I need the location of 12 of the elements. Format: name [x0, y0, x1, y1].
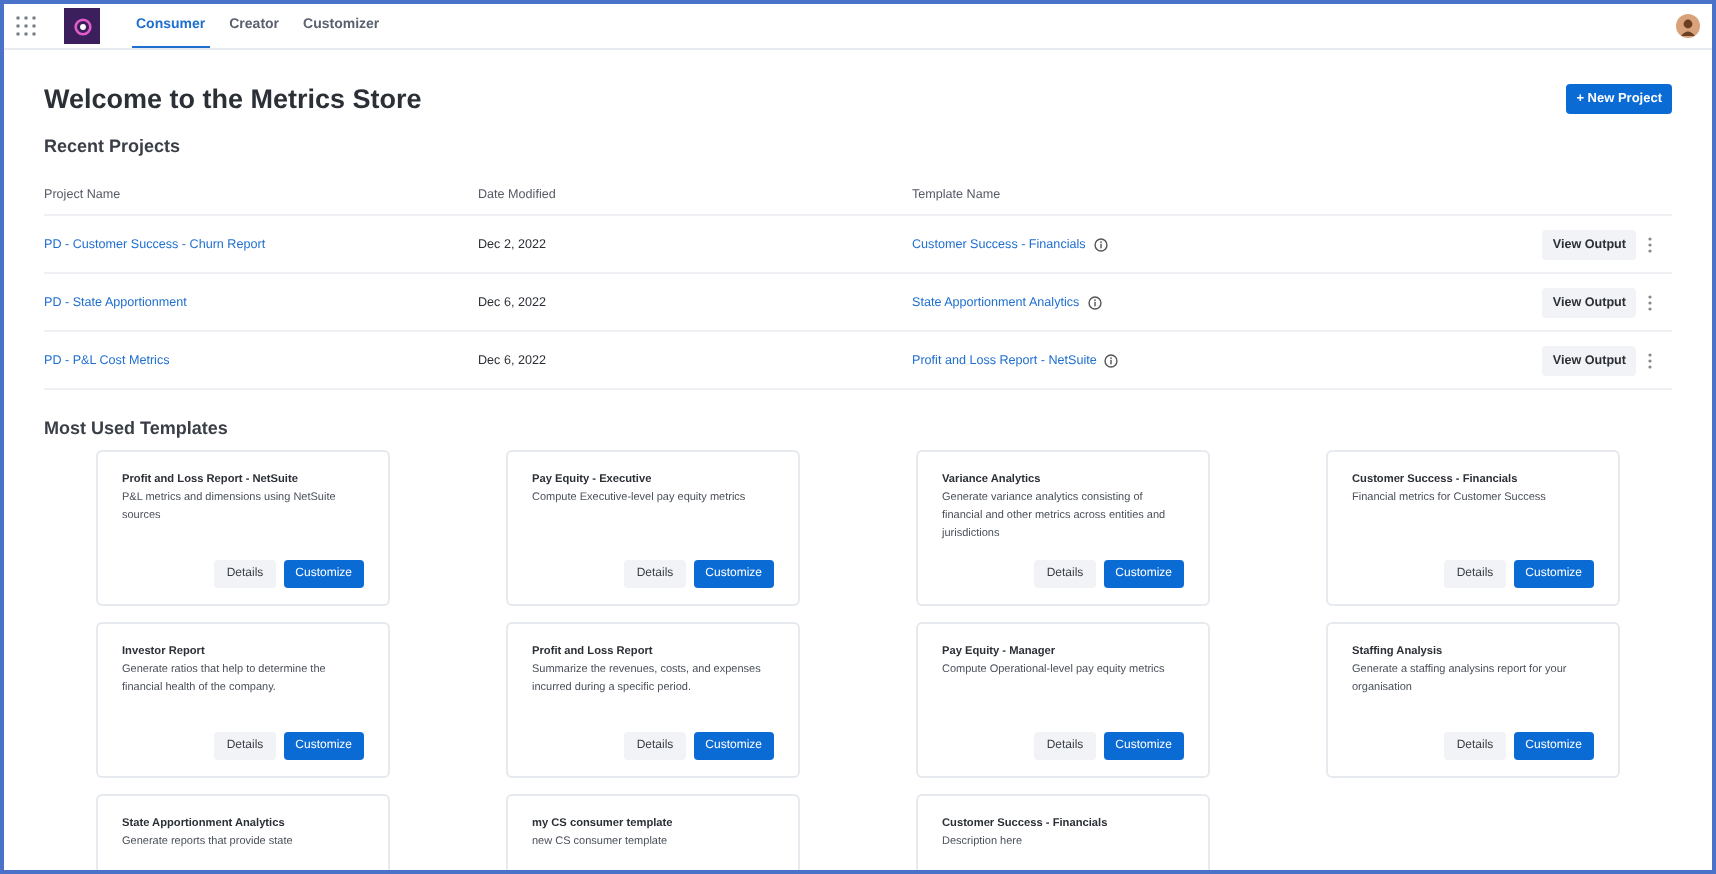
more-options-icon[interactable]	[1644, 235, 1656, 253]
more-options-icon[interactable]	[1644, 293, 1656, 311]
app-logo[interactable]	[64, 8, 100, 44]
info-icon[interactable]	[1104, 353, 1119, 367]
section-heading: Recent Projects	[44, 136, 183, 156]
section-heading: Most Used Templates	[44, 418, 230, 438]
app-launcher-icon[interactable]	[16, 16, 36, 36]
avatar-icon[interactable]	[1676, 14, 1700, 38]
page-title: Welcome to the Metrics Store	[44, 84, 422, 114]
more-options-icon[interactable]	[1644, 351, 1656, 369]
info-icon[interactable]	[1093, 237, 1108, 251]
info-icon[interactable]	[1087, 295, 1102, 309]
